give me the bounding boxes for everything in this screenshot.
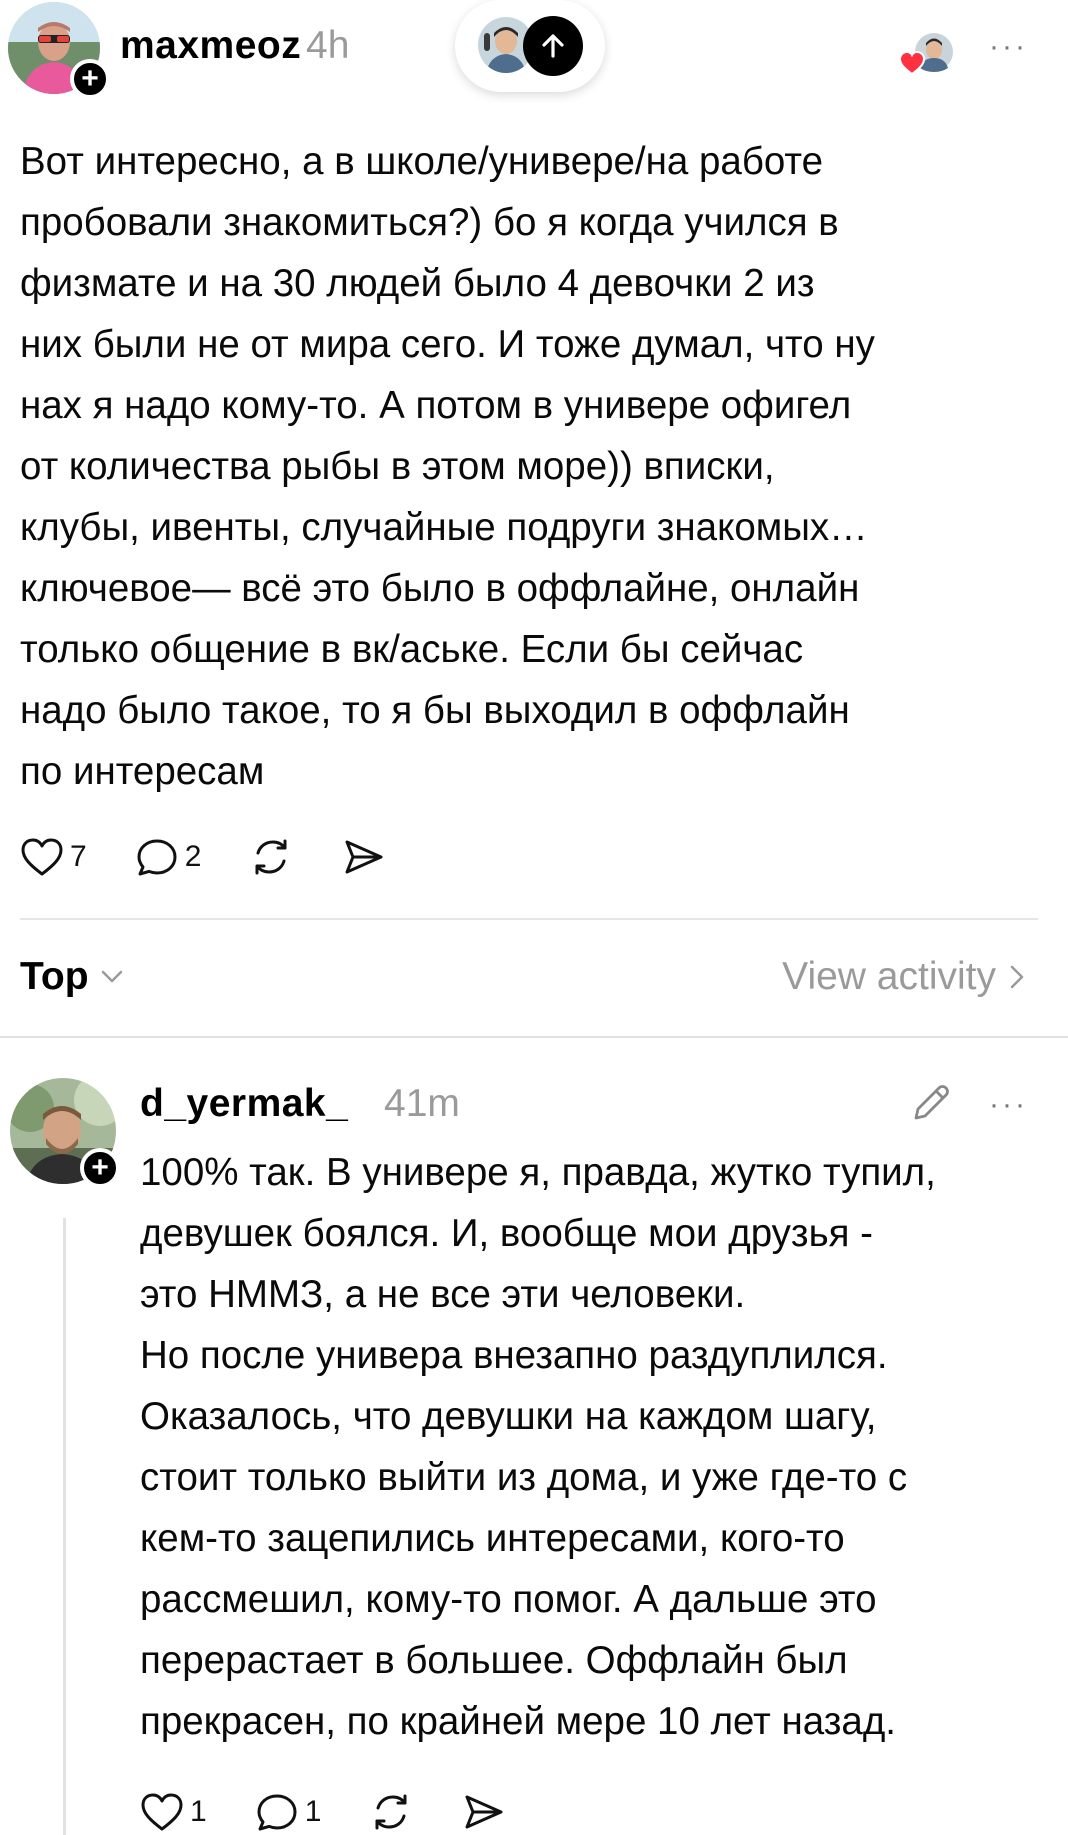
chevron-down-icon <box>101 970 122 983</box>
share-button[interactable] <box>341 836 385 878</box>
reply-share-button[interactable] <box>461 1791 505 1833</box>
heart-icon <box>21 838 63 876</box>
view-activity-link[interactable]: View activity <box>782 955 1024 999</box>
reply-actions: 1 1 <box>140 1791 553 1833</box>
text-line: 100% так. В универе я, правда, жутко туп… <box>140 1151 936 1194</box>
text-line: прекрасен, по крайней мере 10 лет назад. <box>140 1700 896 1743</box>
text-line: стоит только выйти из дома, и уже где-то… <box>140 1456 908 1499</box>
text-line: нах я надо кому-то. А потом в универе оф… <box>20 384 852 427</box>
like-count: 7 <box>70 840 87 873</box>
reply-like-button[interactable]: 1 <box>140 1791 207 1833</box>
divider <box>20 918 1038 920</box>
repost-icon <box>255 839 287 875</box>
reply-like-count: 1 <box>190 1795 207 1828</box>
send-icon <box>345 840 383 874</box>
text-line: это НММЗ, а не все эти человеки. <box>140 1273 746 1316</box>
view-activity-label: View activity <box>782 955 996 998</box>
text-line: них были не от мира сего. И тоже думал, … <box>20 323 875 366</box>
sort-label: Top <box>20 955 89 998</box>
chevron-right-icon <box>1010 965 1024 989</box>
arrow-up-icon[interactable] <box>523 16 583 76</box>
post-text: Вот интересно, а в школе/универе/на рабо… <box>20 131 875 802</box>
heart-icon <box>141 1793 183 1831</box>
text-line: ключевое— всё это было в оффлайне, онлай… <box>20 567 860 610</box>
text-line: Вот интересно, а в школе/универе/на рабо… <box>20 140 824 183</box>
reply-time: 41m <box>384 1082 460 1125</box>
sort-dropdown[interactable]: Top <box>20 955 123 999</box>
author-username[interactable]: maxmeoz <box>120 24 301 68</box>
reply-count: 2 <box>184 840 202 873</box>
send-icon <box>465 1795 503 1829</box>
text-line: по интересам <box>20 750 265 793</box>
text-line: надо было такое, то я бы выходил в оффла… <box>20 689 850 732</box>
text-line: только общение в вк/аське. Если бы сейча… <box>20 628 804 671</box>
pencil-icon[interactable] <box>910 1080 954 1124</box>
reply-repost-button[interactable] <box>369 1791 413 1833</box>
post-time: 4h <box>306 24 350 67</box>
text-line: клубы, ивенты, случайные подруги знакомы… <box>20 506 868 549</box>
reply-reply-count: 1 <box>304 1795 322 1828</box>
like-button[interactable]: 7 <box>20 836 87 878</box>
scroll-to-top-pill[interactable] <box>455 0 605 92</box>
text-line: пробовали знакомиться?) бо я когда училс… <box>20 201 839 244</box>
post-actions: 7 2 <box>20 836 433 878</box>
text-line: Но после универа внезапно раздуплился. <box>140 1334 888 1377</box>
repost-button[interactable] <box>249 836 293 878</box>
text-line: физмате и на 30 людей было 4 девочки 2 и… <box>20 262 815 305</box>
reply-reply-button[interactable]: 1 <box>255 1791 322 1833</box>
text-line: кем-то зацепились интересами, кого-то <box>140 1517 845 1560</box>
reply-username[interactable]: d_yermak_ <box>140 1082 348 1126</box>
follow-badge[interactable]: + <box>70 59 110 99</box>
text-line: перерастает в большее. Оффлайн был <box>140 1639 848 1682</box>
text-line: девушек боялся. И, вообще мои друзья - <box>140 1212 874 1255</box>
reply-text: 100% так. В универе я, правда, жутко туп… <box>140 1142 936 1752</box>
section-divider <box>0 1036 1068 1038</box>
liked-by-avatars[interactable] <box>898 30 958 80</box>
more-dots-icon[interactable]: ··· <box>989 30 1028 64</box>
text-line: рассмешил, кому-то помог. А дальше это <box>140 1578 877 1621</box>
comment-icon <box>257 1794 297 1831</box>
comment-icon <box>137 839 177 876</box>
reply-button[interactable]: 2 <box>135 836 202 878</box>
text-line: Оказалось, что девушки на каждом шагу, <box>140 1395 877 1438</box>
reply-follow-badge[interactable]: + <box>80 1148 120 1188</box>
repost-icon <box>375 1794 407 1830</box>
thread-line <box>63 1218 66 1835</box>
text-line: от количества рыбы в этом море)) вписки, <box>20 445 775 488</box>
reply-more-dots-icon[interactable]: ··· <box>989 1088 1028 1122</box>
